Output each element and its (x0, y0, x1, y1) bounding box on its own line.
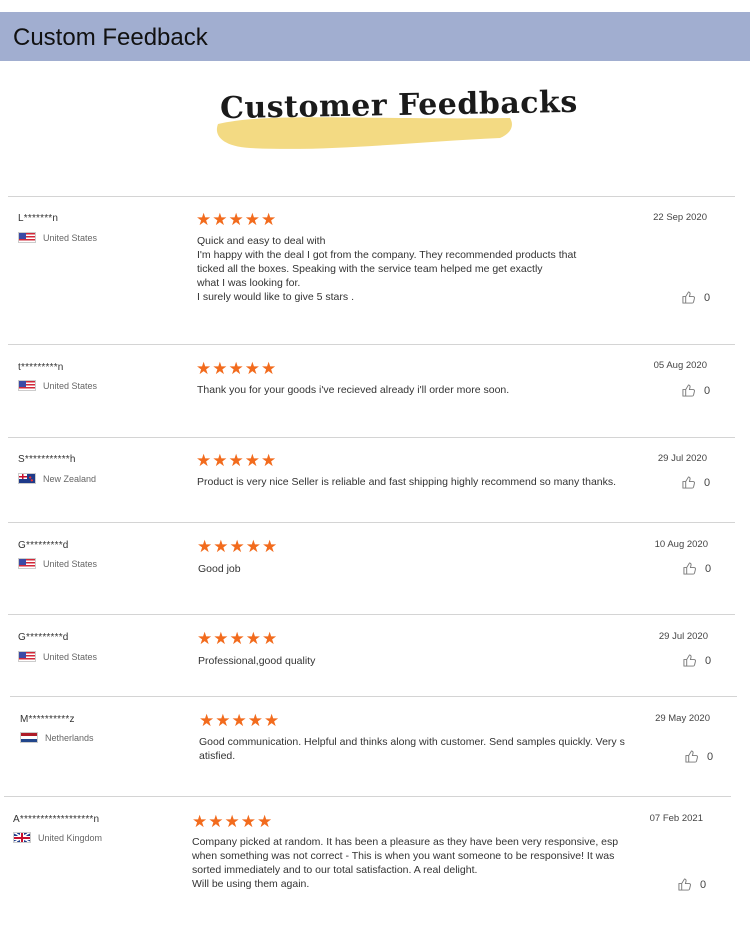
uk-flag-icon (13, 832, 31, 843)
review-text: Company picked at random. It has been a … (192, 836, 619, 890)
review-date: 05 Aug 2020 (653, 360, 707, 371)
like-count: 0 (700, 878, 707, 891)
reviewer-country: New Zealand (18, 473, 96, 484)
like-count: 0 (704, 476, 711, 489)
country-label: United States (43, 232, 98, 243)
like-button[interactable]: 0 (678, 878, 706, 891)
like-count: 0 (704, 384, 711, 397)
review-date: 10 Aug 2020 (654, 539, 708, 550)
like-button[interactable]: 0 (682, 291, 710, 304)
thumbs-up-icon (682, 476, 695, 489)
country-label: United States (43, 558, 98, 569)
reviewer-name: L*******n (18, 213, 59, 224)
review-text: Quick and easy to deal with I'm happy wi… (197, 235, 577, 303)
reviewer-country: Netherlands (20, 732, 94, 743)
us-flag-icon (18, 651, 36, 662)
review-text: Product is very nice Seller is reliable … (197, 476, 617, 488)
review-date: 29 Jul 2020 (657, 453, 707, 464)
reviewer-name: t*********n (18, 362, 64, 373)
banner-title: Customer Feedbacks (219, 84, 578, 127)
rating-stars: ★★★★★ (197, 629, 279, 648)
reviewer-name: G*********d (18, 632, 69, 643)
us-flag-icon (18, 232, 36, 243)
like-count: 0 (705, 654, 712, 667)
thumbs-up-icon (683, 654, 696, 667)
thumbs-up-icon (685, 750, 698, 763)
reviewer-country: United States (18, 380, 97, 391)
review-date: 22 Sep 2020 (653, 212, 707, 223)
reviewer-name: S***********h (18, 454, 76, 465)
rating-stars: ★★★★★ (196, 210, 278, 229)
page-title: Custom Feedback (13, 24, 208, 51)
like-button[interactable]: 0 (683, 654, 711, 667)
divider (8, 522, 735, 523)
divider (10, 696, 737, 697)
divider (4, 796, 731, 797)
like-count: 0 (704, 291, 711, 304)
review-text: Good communication. Helpful and thinks a… (199, 736, 625, 762)
like-count: 0 (705, 562, 712, 575)
rating-stars: ★★★★★ (199, 711, 281, 730)
country-label: New Zealand (43, 473, 97, 484)
country-label: United States (43, 651, 98, 662)
review-date: 07 Feb 2021 (649, 813, 703, 824)
like-button[interactable]: 0 (685, 750, 713, 763)
top-strip (0, 0, 750, 12)
like-button[interactable]: 0 (682, 384, 710, 397)
country-label: United Kingdom (38, 832, 103, 843)
like-button[interactable]: 0 (682, 476, 710, 489)
reviewer-name: A******************n (13, 814, 100, 825)
divider (8, 344, 735, 345)
us-flag-icon (18, 380, 36, 391)
reviewer-country: United States (18, 558, 97, 569)
country-label: United States (43, 380, 98, 391)
rating-stars: ★★★★★ (196, 451, 278, 470)
nz-flag-icon (18, 473, 36, 484)
review-text: Good job (198, 563, 241, 575)
review-text: Professional,good quality (198, 655, 316, 667)
reviewer-country: United Kingdom (13, 832, 102, 843)
reviewer-country: United States (18, 232, 97, 243)
thumbs-up-icon (682, 384, 695, 397)
rating-stars: ★★★★★ (192, 812, 274, 831)
reviewer-name: M**********z (20, 714, 75, 725)
us-flag-icon (18, 558, 36, 569)
nl-flag-icon (20, 732, 38, 743)
reviewer-name: G*********d (18, 540, 69, 551)
rating-stars: ★★★★★ (196, 359, 278, 378)
divider (8, 196, 735, 197)
review-date: 29 May 2020 (655, 713, 710, 724)
like-count: 0 (707, 750, 714, 763)
thumbs-up-icon (678, 878, 691, 891)
country-label: Netherlands (45, 732, 94, 743)
divider (8, 614, 735, 615)
thumbs-up-icon (683, 562, 696, 575)
review-text: Thank you for your goods i've recieved a… (197, 384, 510, 396)
reviewer-country: United States (18, 651, 97, 662)
review-date: 29 Jul 2020 (658, 631, 708, 642)
thumbs-up-icon (682, 291, 695, 304)
divider (8, 437, 735, 438)
rating-stars: ★★★★★ (197, 537, 279, 556)
like-button[interactable]: 0 (683, 562, 711, 575)
feedback-banner: Customer Feedbacks (210, 82, 578, 162)
